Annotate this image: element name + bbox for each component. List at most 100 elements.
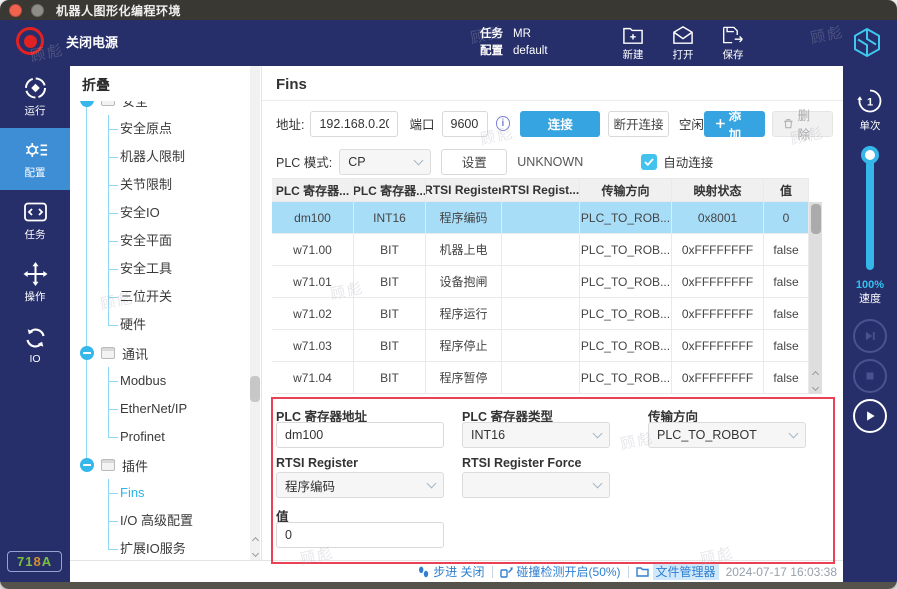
scroll-up-icon[interactable]: [251, 537, 258, 544]
tree-item-ethernet-ip[interactable]: EtherNet/IP: [108, 395, 261, 423]
speed-slider-handle[interactable]: [861, 146, 879, 164]
column-header[interactable]: PLC 寄存器...: [354, 178, 426, 202]
tree-item-profinet[interactable]: Profinet: [108, 423, 261, 451]
direction-select[interactable]: PLC_TO_ROBOT: [648, 422, 806, 448]
power-off-button[interactable]: 关闭电源: [16, 27, 118, 55]
cell: 0: [764, 202, 809, 234]
task-info: 任务MR 配置default: [480, 26, 548, 60]
column-header[interactable]: 值: [764, 178, 809, 202]
rtsi-force-select[interactable]: [462, 472, 610, 498]
table-row[interactable]: w71.01BIT设备抱闸PLC_TO_ROB...0xFFFFFFFFfals…: [272, 266, 822, 298]
add-button[interactable]: 添加: [704, 111, 765, 137]
column-header[interactable]: 传输方向: [580, 178, 672, 202]
tree-item-three-position-switch[interactable]: 三位开关: [108, 283, 261, 311]
scroll-down-icon[interactable]: [812, 384, 819, 391]
panel-title: Fins: [262, 66, 843, 101]
cell: w71.03: [272, 330, 354, 362]
set-button[interactable]: 设置: [441, 149, 507, 175]
collapse-icon[interactable]: [80, 101, 94, 107]
cell: w71.01: [272, 266, 354, 298]
sidebar-item-io[interactable]: IO: [0, 314, 70, 376]
tree-item-safety-plane[interactable]: 安全平面: [108, 227, 261, 255]
table-row[interactable]: w71.02BIT程序运行PLC_TO_ROB...0xFFFFFFFFfals…: [272, 298, 822, 330]
header-actions: 新建 打开 保存: [622, 25, 744, 62]
cell: [502, 330, 580, 362]
open-button[interactable]: 打开: [672, 25, 694, 62]
rtsi-register-label: RTSI Register: [276, 456, 358, 470]
cell: PLC_TO_ROB...: [580, 202, 672, 234]
tree-item-modbus[interactable]: Modbus: [108, 367, 261, 395]
tree-group-plugins[interactable]: 插件: [70, 451, 261, 479]
tree-item-robot-limit[interactable]: 机器人限制: [108, 143, 261, 171]
step-next-button[interactable]: [853, 319, 887, 353]
table-row-selected[interactable]: dm100INT16程序编码PLC_TO_ROB...0x80010: [272, 202, 822, 234]
sidebar-item-config[interactable]: 配置: [0, 128, 70, 190]
tree-item-extended-io-service[interactable]: 扩展IO服务: [108, 535, 261, 560]
speed-slider-track[interactable]: [866, 154, 874, 270]
tree-item-fins[interactable]: Fins: [108, 479, 261, 507]
value-input[interactable]: [276, 522, 444, 548]
robot-model-badge: 718A: [7, 551, 62, 572]
cell: 0xFFFFFFFF: [672, 330, 764, 362]
sidebar-item-run[interactable]: 运行: [0, 66, 70, 128]
file-manager-link[interactable]: 文件管理器: [636, 563, 719, 580]
step-mode-status[interactable]: 步进 关闭: [418, 563, 484, 580]
chevron-down-icon: [593, 479, 603, 489]
table-row[interactable]: w71.00BIT机器上电PLC_TO_ROB...0xFFFFFFFFfals…: [272, 234, 822, 266]
save-button[interactable]: 保存: [722, 25, 744, 62]
address-input[interactable]: [310, 111, 398, 137]
column-header[interactable]: 映射状态: [672, 178, 764, 202]
scroll-up-icon[interactable]: [812, 371, 819, 378]
tree-item-joint-limit[interactable]: 关节限制: [108, 171, 261, 199]
info-icon[interactable]: i: [496, 116, 511, 131]
cell: [502, 298, 580, 330]
table-scrollbar-thumb[interactable]: [811, 204, 821, 234]
tree-item-safety-io[interactable]: 安全IO: [108, 199, 261, 227]
cell: 0xFFFFFFFF: [672, 234, 764, 266]
collapse-icon[interactable]: [80, 346, 94, 360]
new-button[interactable]: 新建: [622, 25, 644, 62]
cell: w71.00: [272, 234, 354, 266]
tree-group-communication[interactable]: 通讯: [70, 339, 261, 367]
sidebar-item-task[interactable]: 任务: [0, 190, 70, 252]
collision-detect-status[interactable]: 碰撞检测开启(50%): [500, 563, 621, 580]
window-minimize-button[interactable]: [31, 4, 44, 17]
table-row[interactable]: w71.03BIT程序停止PLC_TO_ROB...0xFFFFFFFFfals…: [272, 330, 822, 362]
port-input[interactable]: [442, 111, 488, 137]
connect-button[interactable]: 连接: [520, 111, 600, 137]
plc-address-input[interactable]: [276, 422, 444, 448]
disconnect-button[interactable]: 断开连接: [608, 111, 669, 137]
column-header[interactable]: RTSI Register: [426, 178, 502, 202]
tree-item-io-advanced-config[interactable]: I/O 高级配置: [108, 507, 261, 535]
cell: 0xFFFFFFFF: [672, 298, 764, 330]
column-header[interactable]: RTSI Regist...: [502, 178, 580, 202]
tree-collapse-header[interactable]: 折叠: [70, 66, 261, 101]
plc-type-select[interactable]: INT16: [462, 422, 610, 448]
tree-item-safety-tool[interactable]: 安全工具: [108, 255, 261, 283]
column-header[interactable]: PLC 寄存器...: [272, 178, 354, 202]
tree-scrollbar[interactable]: [250, 66, 260, 560]
tree-item-safety-origin[interactable]: 安全原点: [108, 115, 261, 143]
tree-group-safety[interactable]: 安全: [70, 101, 261, 115]
table-scrollbar[interactable]: [809, 202, 822, 394]
plc-mode-select[interactable]: CP: [339, 149, 431, 175]
tree-item-hardware[interactable]: 硬件: [108, 311, 261, 339]
sidebar-item-operate[interactable]: 操作: [0, 252, 70, 314]
stop-button[interactable]: [853, 359, 887, 393]
window-close-button[interactable]: [9, 4, 22, 17]
auto-connect-checkbox[interactable]: [641, 154, 657, 170]
cell: false: [764, 330, 809, 362]
single-run-mode-button[interactable]: 1 单次: [843, 86, 897, 133]
delete-button[interactable]: 删除: [772, 111, 833, 137]
power-label: 关闭电源: [66, 32, 118, 51]
tree-body: 安全 安全原点 机器人限制 关节限制 安全IO 安全平面 安全工具 三位开关 硬…: [70, 101, 261, 560]
scroll-down-icon[interactable]: [251, 550, 258, 557]
table-row[interactable]: w71.04BIT程序暂停PLC_TO_ROB...0xFFFFFFFFfals…: [272, 362, 822, 394]
rtsi-register-select[interactable]: 程序编码: [276, 472, 444, 498]
cell: 0x8001: [672, 202, 764, 234]
play-button[interactable]: [853, 399, 887, 433]
tree-scrollbar-thumb[interactable]: [250, 376, 260, 402]
cell: BIT: [354, 234, 426, 266]
collapse-icon[interactable]: [80, 458, 94, 472]
app-logo-icon: [850, 26, 884, 60]
